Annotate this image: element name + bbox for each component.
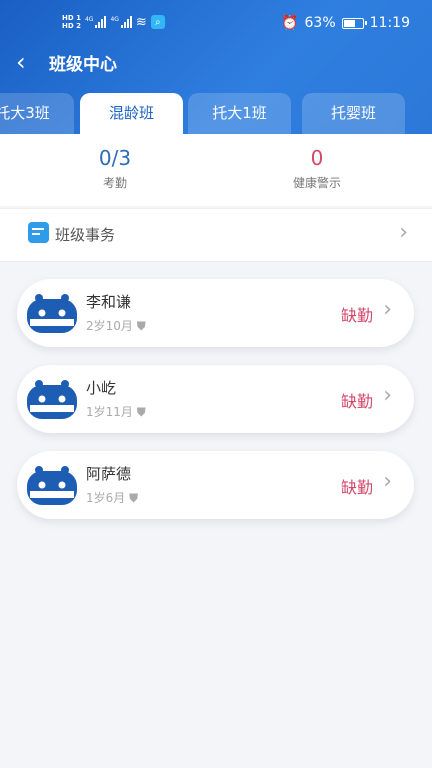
wifi-icon: ≋ — [135, 14, 147, 30]
tab-class-2[interactable]: 混龄班 — [80, 93, 183, 134]
student-age: 1岁6月 ⛊ — [86, 491, 139, 505]
student-age: 1岁11月 ⛊ — [86, 405, 146, 419]
battery-icon — [341, 17, 367, 29]
attendance-value: 0/3 — [98, 146, 132, 170]
chevron-left-icon[interactable]: ‹ — [16, 48, 26, 76]
class-affairs-label: 班级事务 — [55, 226, 116, 244]
tab-class-3[interactable]: 托大1班 — [188, 93, 291, 134]
status-bar-left: HD 1 HD 2 4G 4G ≋ ⌕ — [62, 14, 165, 30]
stats-panel: 0/3 考勤 0 健康警示 — [0, 134, 432, 206]
class-tabs: 托大3班 混龄班 托大1班 托婴班 — [0, 93, 432, 134]
search-app-icon: ⌕ — [150, 15, 165, 29]
badge-icon: ⛊ — [136, 319, 146, 333]
status-bar-right: ⏰ 63% 11:19 — [281, 15, 410, 31]
header: HD 1 HD 2 4G 4G ≋ ⌕ ⏰ 63% 11:19 ‹ 班级中心 托… — [0, 0, 432, 134]
document-icon — [28, 222, 49, 243]
avatar-icon — [27, 294, 77, 333]
page-title: 班级中心 — [49, 55, 117, 75]
student-age: 2岁10月 ⛊ — [86, 319, 146, 333]
alarm-icon: ⏰ — [281, 15, 299, 31]
health-alert-label: 健康警示 — [292, 176, 341, 190]
signal-2-icon: 4G — [110, 16, 132, 28]
clock: 11:19 — [369, 15, 410, 31]
health-alert-value: 0 — [310, 146, 324, 170]
title-bar: ‹ 班级中心 — [0, 46, 432, 82]
health-alert-stat[interactable]: 0 健康警示 — [247, 144, 387, 192]
student-card[interactable]: 阿萨德 1岁6月 ⛊ 缺勤 › — [17, 451, 414, 519]
class-affairs-row[interactable]: 班级事务 › — [0, 208, 432, 262]
avatar-icon — [27, 380, 77, 419]
sim-indicator: HD 1 HD 2 — [62, 14, 81, 30]
battery-percent: 63% — [304, 15, 336, 31]
attendance-status: 缺勤 — [340, 478, 373, 497]
student-name: 李和谦 — [86, 293, 132, 311]
attendance-stat[interactable]: 0/3 考勤 — [45, 144, 185, 192]
chevron-right-icon: › — [383, 383, 392, 408]
student-card[interactable]: 小屹 1岁11月 ⛊ 缺勤 › — [17, 365, 414, 433]
status-bar: HD 1 HD 2 4G 4G ≋ ⌕ ⏰ 63% 11:19 — [0, 0, 432, 46]
attendance-status: 缺勤 — [340, 392, 373, 411]
chevron-right-icon: › — [383, 469, 392, 494]
badge-icon: ⛊ — [136, 405, 146, 419]
tab-class-4[interactable]: 托婴班 — [302, 93, 405, 134]
avatar-icon — [27, 466, 77, 505]
signal-1-icon: 4G — [85, 16, 107, 28]
attendance-status: 缺勤 — [340, 306, 373, 325]
student-name: 阿萨德 — [86, 465, 132, 483]
student-name: 小屹 — [86, 379, 117, 397]
student-card[interactable]: 李和谦 2岁10月 ⛊ 缺勤 › — [17, 279, 414, 347]
tab-class-1[interactable]: 托大3班 — [0, 93, 74, 134]
chevron-right-icon: › — [399, 220, 408, 245]
badge-icon: ⛊ — [129, 491, 139, 505]
chevron-right-icon: › — [383, 297, 392, 322]
attendance-label: 考勤 — [102, 176, 127, 190]
